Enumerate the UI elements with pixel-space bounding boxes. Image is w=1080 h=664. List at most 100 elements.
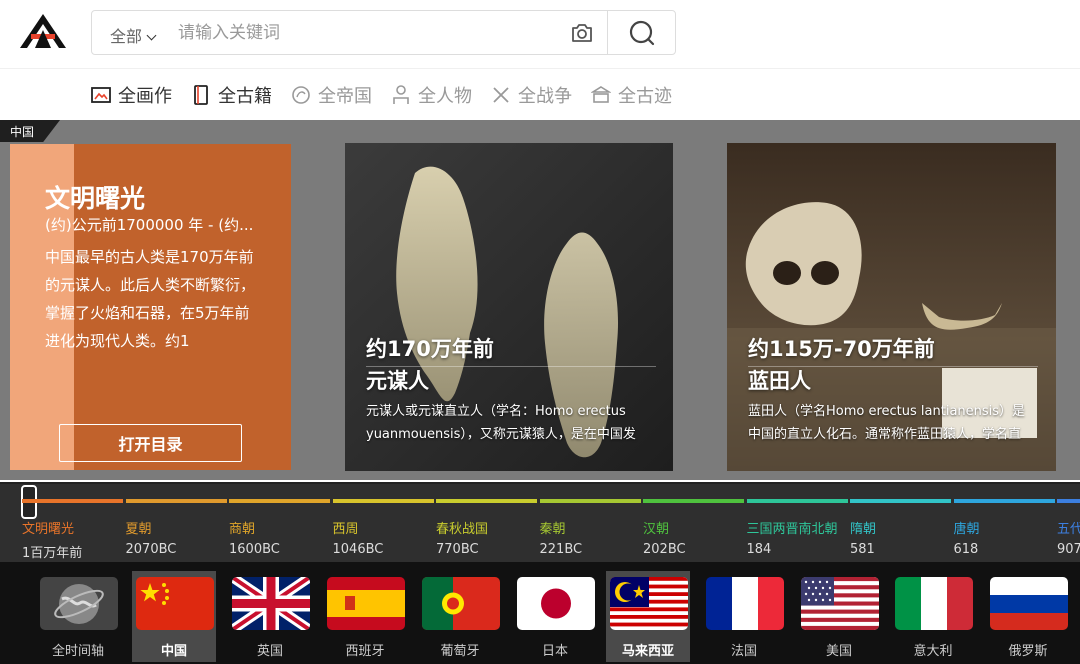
timeline-era-name: 汉朝 [643,522,670,537]
country-label: 俄罗斯 [1008,644,1048,659]
category-paintings[interactable]: 全画作 [90,82,172,108]
category-monuments[interactable]: 全古迹 [590,82,672,108]
search-scope-dropdown[interactable]: 全部 [110,23,157,47]
country-label: 中国 [160,644,187,659]
timeline-segment[interactable] [436,499,537,503]
hero-item-description: 元谋人或元谋直立人（学名：Homo erectus yuanmouensis），… [366,404,636,442]
search-icon [629,20,655,45]
hero-item-yuanmou[interactable]: 约170万年前 元谋人 元谋人或元谋直立人（学名：Homo erectus yu… [345,143,673,471]
app-root: 全部 全画作 全古籍 [0,0,1080,664]
book-icon [190,84,212,106]
country-uk[interactable]: 英国 [228,571,312,662]
timeline-era-name: 商朝 [229,522,256,537]
russia-flag-icon [990,577,1068,630]
country-label: 葡萄牙 [440,644,480,659]
timeline-segment[interactable] [539,499,641,503]
search-bar: 全部 [91,10,676,55]
era-timeline: 文明曙光 1百万年前 夏朝 2070BC 商朝 1600BC 西周 1046BC 春秋战国 770… [0,482,1080,562]
site-logo[interactable] [18,12,68,50]
globe-icon [40,577,118,630]
timeline-era[interactable]: 春秋战国 770BC [436,518,536,557]
timeline-era[interactable]: 西周 1046BC [333,518,433,557]
category-people[interactable]: 全人物 [390,82,472,108]
country-label: 全时间轴 [51,644,104,659]
country-spain[interactable]: 西班牙 [323,571,407,662]
hero-item-time: 约115万-70万年前 [748,337,935,361]
timeline-era-date: 184 [746,542,772,557]
hero-item-title: 约170万年前 元谋人 [366,333,494,397]
monument-icon [590,84,612,106]
timeline-era[interactable]: 唐朝 618 [954,518,1054,557]
timeline-era-date: 202BC [643,542,686,557]
timeline-era-name: 文明曙光 [22,522,75,537]
chevron-down-icon [146,30,157,41]
timeline-era[interactable]: 隋朝 581 [850,518,950,557]
category-wars[interactable]: 全战争 [490,82,572,108]
country-italy[interactable]: 意大利 [891,571,975,662]
country-portugal[interactable]: 葡萄牙 [418,571,502,662]
open-catalog-button[interactable]: 打开目录 [59,424,242,462]
country-label: 美国 [825,644,852,659]
timeline-era-date: 221BC [539,542,583,557]
timeline-segment[interactable] [1057,499,1080,503]
timeline-era-name: 唐朝 [953,522,980,537]
timeline-era[interactable]: 文明曙光 1百万年前 [22,518,122,561]
timeline-segment[interactable] [125,499,227,503]
timeline-era-name: 五代 [1057,522,1080,537]
timeline-segment[interactable] [850,499,951,503]
search-input[interactable] [178,19,558,47]
timeline-segment[interactable] [953,499,1055,503]
france-flag-icon [706,577,784,630]
country-france[interactable]: 法国 [702,571,786,662]
hero-item-description: 蓝田人（学名Homo erectus lantianensis）是中国的直立人化… [748,404,1026,442]
timeline-era-name: 春秋战国 [436,522,489,537]
italy-flag-icon [895,577,973,630]
country-usa[interactable]: 美国 [797,571,881,662]
timeline-era[interactable]: 五代 907 [1057,518,1080,557]
camera-icon[interactable] [570,22,594,44]
category-label: 全人物 [418,86,472,107]
timeline-era-date: 2070BC [125,542,177,557]
era-card: 文明曙光 (约)公元前1700000 年 - (约... 中国最早的古人类是17… [10,144,291,470]
timeline-segment[interactable] [643,499,744,503]
country-malaysia[interactable]: 马来西亚 [606,571,690,662]
spain-flag-icon [327,577,405,630]
timeline-era[interactable]: 汉朝 202BC [643,518,743,557]
uk-flag-icon [232,577,310,630]
country-selector: 全时间轴 中国 英国 西班牙 葡萄牙 日本 马来西亚 法国 美国 意大利 俄罗斯 [0,562,1080,664]
hero-item-time: 约170万年前 [366,337,494,361]
swords-icon [490,84,512,106]
timeline-era[interactable]: 秦朝 221BC [540,518,640,557]
category-books[interactable]: 全古籍 [190,82,272,108]
country-tag: 中国 [0,120,60,142]
era-card-description: 中国最早的古人类是170万年前的元谋人。此后人类不断繁衍，掌握了火焰和石器，在5… [45,248,256,350]
timeline-segment[interactable] [332,499,434,503]
hero-item-title: 约115万-70万年前 蓝田人 [748,333,935,397]
search-button[interactable] [608,11,676,54]
hero-item-lantian[interactable]: 约115万-70万年前 蓝田人 蓝田人（学名Homo erectus lanti… [727,143,1056,471]
country-china[interactable]: 中国 [132,571,216,662]
timeline-era[interactable]: 商朝 1600BC [229,518,329,557]
country-all-timeline[interactable]: 全时间轴 [36,571,120,662]
country-russia[interactable]: 俄罗斯 [986,571,1070,662]
country-japan[interactable]: 日本 [513,571,597,662]
empire-icon [290,84,312,106]
timeline-era[interactable]: 夏朝 2070BC [126,518,226,557]
category-label: 全帝国 [318,86,372,107]
era-card-dates: (约)公元前1700000 年 - (约... [45,216,254,234]
timeline-era-date: 1600BC [229,542,280,557]
timeline-era-date: 581 [850,542,875,557]
usa-flag-icon [801,577,879,630]
person-icon [390,84,412,106]
timeline-segment[interactable] [229,499,330,503]
timeline-segment[interactable] [746,499,848,503]
timeline-era[interactable]: 三国两晋南北朝 184 [747,518,847,557]
country-label: 马来西亚 [621,644,674,659]
country-label: 意大利 [913,644,953,659]
category-empires[interactable]: 全帝国 [290,82,372,108]
timeline-era-name: 西周 [332,522,359,537]
timeline-segment[interactable] [22,499,123,503]
country-label: 法国 [730,644,757,659]
category-label: 全战争 [518,86,572,107]
category-label: 全古迹 [618,86,672,107]
